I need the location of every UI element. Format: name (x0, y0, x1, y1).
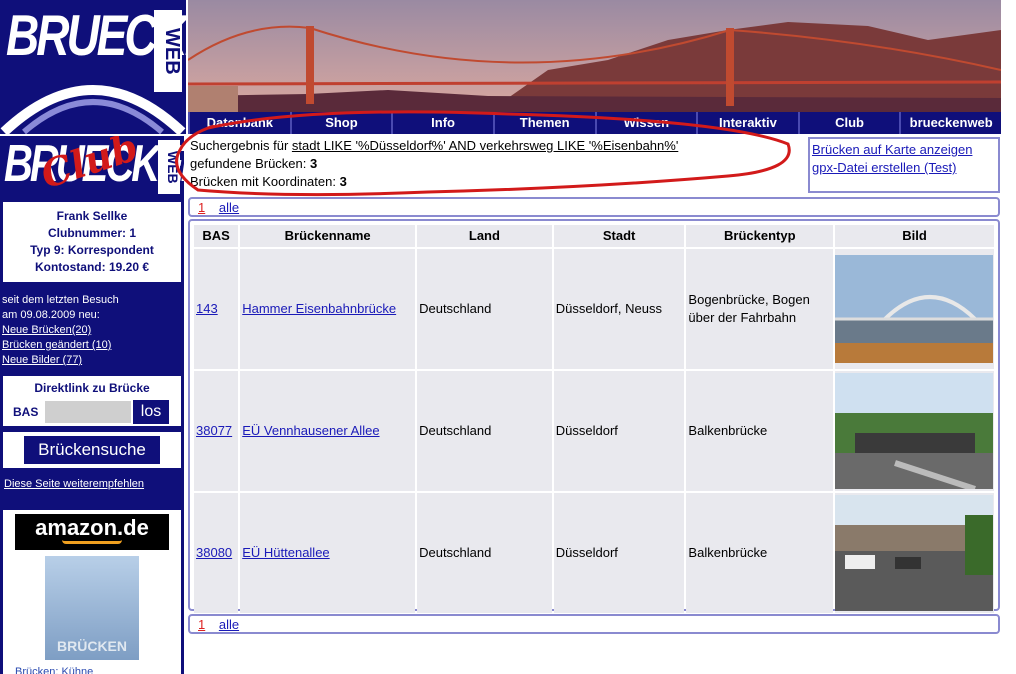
results-table: BAS Brückenname Land Stadt Brückentyp Bi… (192, 223, 996, 615)
new-images-link[interactable]: Neue Bilder (77) (2, 353, 182, 368)
col-header-typ: Brückentyp (686, 225, 834, 247)
col-header-bild: Bild (835, 225, 994, 247)
book-cover-text: BRÜCKEN (57, 638, 127, 654)
bas-input[interactable] (45, 401, 131, 423)
pager-bottom: 1 alle (188, 614, 1000, 634)
cell-bas: 38077 (194, 371, 239, 491)
cell-bas: 38080 (194, 493, 239, 613)
amazon-ad[interactable]: amazon.de BRÜCKEN Brücken: Kühne (3, 510, 181, 674)
tab-shop[interactable]: Shop (289, 112, 392, 134)
logo-bridge-arc-icon (0, 85, 186, 134)
cell-land: Deutschland (417, 371, 552, 491)
bridge-search-button[interactable]: Brückensuche (24, 436, 160, 464)
user-name: Frank Sellke (56, 209, 128, 223)
cell-stadt: Düsseldorf, Neuss (553, 249, 685, 369)
coords-count: 3 (339, 174, 347, 189)
coords-label: Brücken mit Koordinaten: (190, 174, 340, 189)
recommend-page-link[interactable]: Diese Seite weiterempfehlen (4, 478, 144, 490)
new-bridges-link[interactable]: Neue Brücken(20) (2, 323, 182, 338)
bas-label: BAS (13, 405, 39, 419)
news-line-1: seit dem letzten Besuch (2, 294, 119, 306)
bridge-photo[interactable] (835, 255, 994, 363)
bas-link[interactable]: 38080 (196, 545, 232, 560)
header-banner: Datenbank Shop Info Themen Wissen Intera… (188, 0, 1001, 134)
table-row: 143 Hammer Eisenbahnbrücke Deutschland D… (194, 249, 994, 369)
cell-image (835, 249, 994, 369)
col-header-stadt: Stadt (553, 225, 685, 247)
club-number: Clubnummer: 1 (47, 226, 136, 240)
map-links: Brücken auf Karte anzeigen gpx-Datei ers… (808, 137, 1000, 193)
tab-datenbank[interactable]: Datenbank (188, 112, 290, 134)
account-balance: Kontostand: 19.20 € (34, 260, 150, 274)
show-on-map-link[interactable]: Brücken auf Karte anzeigen (812, 141, 996, 159)
pager-bottom-current[interactable]: 1 (198, 617, 205, 632)
cell-image (835, 371, 994, 491)
book-cover-image[interactable]: BRÜCKEN (45, 556, 139, 660)
brueckenweb-logo[interactable]: BRUECKEN WEB (0, 0, 186, 134)
golden-gate-bridge-image (188, 0, 1001, 112)
cell-stadt: Düsseldorf (553, 371, 685, 491)
cell-typ: Balkenbrücke (686, 371, 834, 491)
changed-bridges-link[interactable]: Brücken geändert (10) (2, 338, 182, 353)
query-prefix: Suchergebnis für (190, 138, 292, 153)
found-label: gefundene Brücken: (190, 156, 310, 171)
bas-link[interactable]: 38077 (196, 423, 232, 438)
results-table-box: BAS Brückenname Land Stadt Brückentyp Bi… (188, 219, 1000, 613)
tab-wissen[interactable]: Wissen (594, 112, 697, 134)
cell-typ: Bogenbrücke, Bogen über der Fahrbahn (686, 249, 834, 369)
cell-name: EÜ Vennhausener Allee (240, 371, 416, 491)
table-row: 38080 EÜ Hüttenallee Deutschland Düsseld… (194, 493, 994, 613)
main-nav: Datenbank Shop Info Themen Wissen Intera… (188, 112, 1001, 134)
query-expression: stadt LIKE '%Düsseldorf%' AND verkehrswe… (291, 138, 679, 153)
tab-themen[interactable]: Themen (492, 112, 595, 134)
bridge-photo[interactable] (835, 373, 994, 489)
cell-stadt: Düsseldorf (553, 493, 685, 613)
cell-name: EÜ Hüttenallee (240, 493, 416, 613)
member-type: Typ 9: Korrespondent (30, 243, 154, 257)
tab-brueckenweb[interactable]: brueckenweb (899, 112, 1001, 134)
found-count: 3 (309, 156, 318, 171)
club-logo-web-suffix: WEB (158, 140, 181, 194)
amazon-smile-icon (62, 540, 122, 544)
pager-top-current[interactable]: 1 (198, 200, 205, 215)
tab-club[interactable]: Club (797, 112, 900, 134)
sidebar: BRUECKEN Club WEB Frank Sellke Clubnumme… (0, 136, 184, 674)
search-result-summary: Suchergebnis für stadt LIKE '%Düsseldorf… (188, 137, 808, 193)
news-since-last-visit: seit dem letzten Besuch am 09.08.2009 ne… (2, 293, 182, 368)
tab-interaktiv[interactable]: Interaktiv (696, 112, 798, 134)
direct-link-title: Direktlink zu Brücke (34, 381, 150, 395)
direct-link-panel: Direktlink zu Brücke BAS los (3, 376, 181, 426)
cell-image (835, 493, 994, 613)
bridge-search-panel: Brückensuche (3, 432, 181, 468)
cell-land: Deutschland (417, 249, 552, 369)
bas-link[interactable]: 143 (196, 301, 218, 316)
bridge-name-link[interactable]: EÜ Hüttenallee (242, 545, 329, 560)
pager-top: 1 alle (188, 197, 1000, 217)
cell-typ: Balkenbrücke (686, 493, 834, 613)
cell-name: Hammer Eisenbahnbrücke (240, 249, 416, 369)
gpx-export-link[interactable]: gpx-Datei erstellen (Test) (812, 159, 996, 177)
amazon-logo: amazon.de (15, 514, 169, 550)
bridge-name-link[interactable]: EÜ Vennhausener Allee (242, 423, 379, 438)
col-header-bas: BAS (194, 225, 239, 247)
go-button[interactable]: los (133, 400, 169, 424)
amazon-brand: amazon.de (35, 515, 149, 540)
user-info-panel: Frank Sellke Clubnummer: 1 Typ 9: Korres… (3, 202, 181, 282)
cell-land: Deutschland (417, 493, 552, 613)
tab-info[interactable]: Info (391, 112, 493, 134)
club-logo[interactable]: BRUECKEN Club WEB (0, 136, 184, 198)
book-caption[interactable]: Brücken: Kühne (15, 666, 169, 674)
table-row: 38077 EÜ Vennhausener Allee Deutschland … (194, 371, 994, 491)
bridge-photo[interactable] (835, 495, 994, 611)
col-header-land: Land (417, 225, 552, 247)
pager-bottom-all[interactable]: alle (219, 617, 239, 632)
pager-top-all[interactable]: alle (219, 200, 239, 215)
col-header-name: Brückenname (240, 225, 416, 247)
news-line-2: am 09.08.2009 neu: (2, 309, 100, 321)
bridge-name-link[interactable]: Hammer Eisenbahnbrücke (242, 301, 396, 316)
cell-bas: 143 (194, 249, 239, 369)
